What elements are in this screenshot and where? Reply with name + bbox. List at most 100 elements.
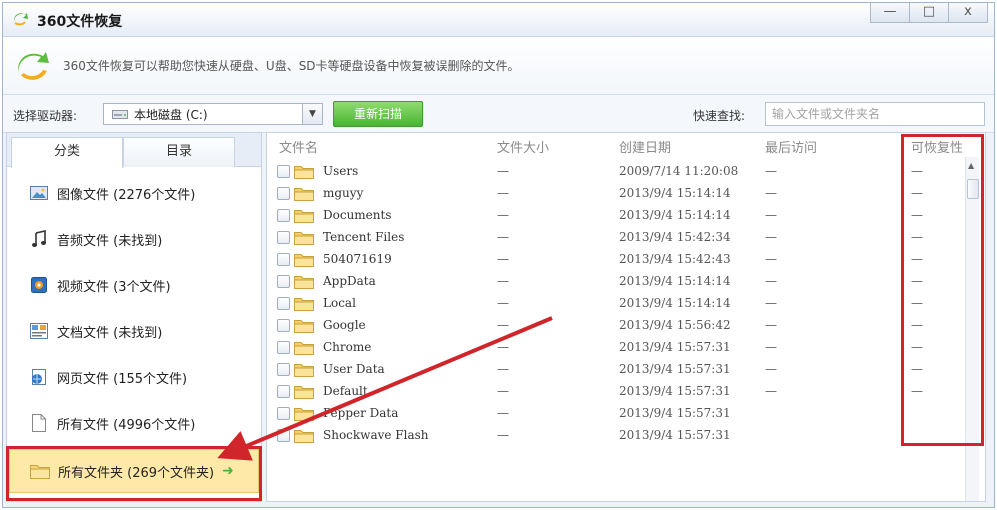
column-header-name[interactable]: 文件名: [279, 137, 318, 156]
row-checkbox[interactable]: [277, 231, 290, 244]
table-row[interactable]: Google — 2013/9/4 15:56:42 — —: [267, 315, 967, 337]
category-audio[interactable]: 音频文件 (未找到): [7, 217, 261, 261]
tab-category[interactable]: 分类: [11, 137, 123, 168]
file-size: —: [497, 252, 509, 266]
folder-icon: [294, 320, 314, 333]
category-webpages[interactable]: 网页文件 (155个文件): [7, 355, 261, 399]
row-checkbox[interactable]: [277, 165, 290, 178]
column-header-recoverability[interactable]: 可恢复性: [911, 137, 963, 156]
file-accessed: —: [765, 164, 777, 178]
table-row[interactable]: User Data — 2013/9/4 15:57:31 — —: [267, 359, 967, 381]
row-checkbox[interactable]: [277, 363, 290, 376]
maximize-button[interactable]: □: [909, 3, 949, 23]
file-created: 2013/9/4 15:14:14: [619, 274, 731, 288]
category-label: 所有文件夹 (269个文件夹): [58, 465, 215, 481]
quick-search-label: 快速查找:: [693, 109, 746, 123]
row-checkbox[interactable]: [277, 297, 290, 310]
row-checkbox[interactable]: [277, 429, 290, 442]
drive-select[interactable]: 本地磁盘 (C:) ▼: [103, 103, 323, 125]
row-checkbox[interactable]: [277, 187, 290, 200]
info-bar: 360文件恢复可以帮助您快速从硬盘、U盘、SD卡等硬盘设备中恢复被误删除的文件。: [3, 37, 994, 95]
column-header-accessed[interactable]: 最后访问: [765, 137, 817, 156]
row-checkbox[interactable]: [277, 385, 290, 398]
quick-search-input[interactable]: [765, 102, 985, 126]
close-button[interactable]: x: [948, 3, 988, 23]
file-accessed: —: [765, 230, 777, 244]
row-checkbox[interactable]: [277, 253, 290, 266]
window-title: 360文件恢复: [37, 14, 123, 30]
table-row[interactable]: Users — 2009/7/14 11:20:08 — —: [267, 161, 967, 183]
app-logo-icon: [13, 13, 28, 26]
table-row[interactable]: Chrome — 2013/9/4 15:57:31 — —: [267, 337, 967, 359]
file-icon: [29, 414, 49, 432]
folder-icon: [294, 276, 314, 289]
file-size: —: [497, 296, 509, 310]
row-checkbox[interactable]: [277, 341, 290, 354]
file-accessed: —: [765, 362, 777, 376]
file-accessed: —: [765, 252, 777, 266]
column-header-created[interactable]: 创建日期: [619, 137, 671, 156]
category-images[interactable]: 图像文件 (2276个文件): [7, 171, 261, 215]
webpage-icon: [29, 368, 49, 386]
folder-icon: [294, 188, 314, 201]
file-recoverability: —: [911, 362, 923, 376]
file-recoverability: —: [911, 186, 923, 200]
folder-icon: [294, 386, 314, 399]
drive-value: 本地磁盘 (C:): [134, 107, 208, 122]
category-documents[interactable]: 文档文件 (未找到): [7, 309, 261, 353]
table-row[interactable]: mguyy — 2013/9/4 15:14:14 — —: [267, 183, 967, 205]
folder-icon: [294, 430, 314, 443]
file-created: 2013/9/4 15:57:31: [619, 428, 731, 442]
table-row[interactable]: 504071619 — 2013/9/4 15:42:43 — —: [267, 249, 967, 271]
folder-icon: [30, 462, 50, 480]
table-row[interactable]: Shockwave Flash — 2013/9/4 15:57:31: [267, 425, 967, 447]
file-name: Tencent Files: [323, 230, 405, 244]
toolbar: 选择驱动器: 本地磁盘 (C:) ▼ 重新扫描 快速查找:: [3, 95, 994, 133]
arrow-right-icon[interactable]: ➜: [222, 463, 234, 479]
column-header-size[interactable]: 文件大小: [497, 137, 549, 156]
file-size: —: [497, 384, 509, 398]
folder-icon: [294, 364, 314, 377]
file-name: Default: [323, 384, 368, 398]
vertical-scrollbar[interactable]: ▲: [965, 157, 979, 501]
file-name: Google: [323, 318, 366, 332]
category-all-files[interactable]: 所有文件 (4996个文件): [7, 401, 261, 445]
music-icon: [29, 230, 49, 248]
folder-icon: [294, 408, 314, 421]
scroll-up-icon[interactable]: ▲: [968, 161, 974, 170]
category-label: 网页文件 (155个文件): [57, 371, 188, 387]
tab-directory[interactable]: 目录: [123, 137, 235, 167]
file-accessed: —: [765, 186, 777, 200]
row-checkbox[interactable]: [277, 275, 290, 288]
table-row[interactable]: Local — 2013/9/4 15:14:14 — —: [267, 293, 967, 315]
category-label: 文档文件 (未找到): [57, 325, 163, 341]
table-row[interactable]: Documents — 2013/9/4 15:14:14 — —: [267, 205, 967, 227]
scroll-thumb[interactable]: [967, 179, 979, 199]
chevron-down-icon[interactable]: ▼: [302, 104, 322, 124]
row-checkbox[interactable]: [277, 209, 290, 222]
table-row[interactable]: Pepper Data — 2013/9/4 15:57:31: [267, 403, 967, 425]
file-recoverability: —: [911, 164, 923, 178]
file-size: —: [497, 208, 509, 222]
table-row[interactable]: AppData — 2013/9/4 15:14:14 — —: [267, 271, 967, 293]
row-checkbox[interactable]: [277, 319, 290, 332]
window-controls: — □ x: [870, 3, 988, 23]
rescan-button[interactable]: 重新扫描: [333, 101, 423, 127]
file-recoverability: —: [911, 208, 923, 222]
folder-icon: [294, 298, 314, 311]
category-video[interactable]: 视频文件 (3个文件): [7, 263, 261, 307]
panel-tabs: 分类 目录: [7, 133, 261, 168]
file-recoverability: —: [911, 296, 923, 310]
category-panel: 分类 目录 图像文件 (2276个文件) 音频文件 (未找到) 视频文件 (3个…: [6, 132, 262, 502]
file-created: 2013/9/4 15:57:31: [619, 340, 731, 354]
file-recoverability: —: [911, 230, 923, 244]
document-icon: [29, 322, 49, 340]
table-row[interactable]: Tencent Files — 2013/9/4 15:42:34 — —: [267, 227, 967, 249]
table-row[interactable]: Default — 2013/9/4 15:57:31 — —: [267, 381, 967, 403]
row-checkbox[interactable]: [277, 407, 290, 420]
category-label: 视频文件 (3个文件): [57, 279, 171, 295]
minimize-button[interactable]: —: [870, 3, 910, 23]
file-name: Documents: [323, 208, 392, 222]
info-text: 360文件恢复可以帮助您快速从硬盘、U盘、SD卡等硬盘设备中恢复被误删除的文件。: [63, 59, 520, 73]
category-all-folders[interactable]: 所有文件夹 (269个文件夹) ➜: [9, 449, 259, 493]
